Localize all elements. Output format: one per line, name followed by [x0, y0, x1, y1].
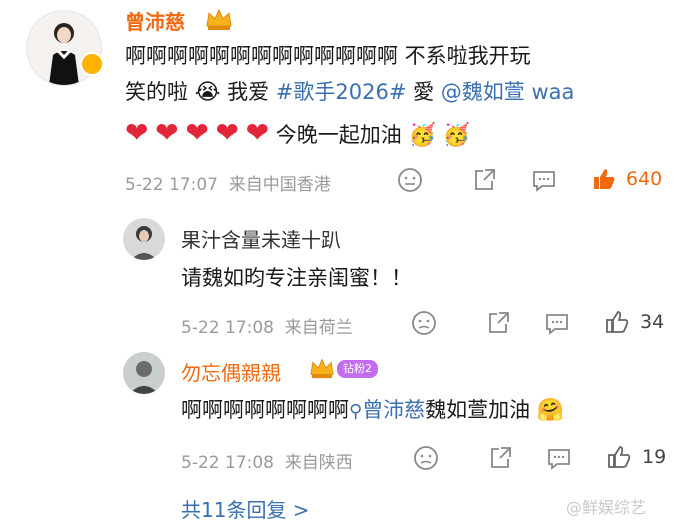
cheer-emoji-icon: 🥳: [442, 123, 470, 148]
more-replies-link[interactable]: 共11条回复 >: [181, 494, 310, 523]
heart-icon: ❤: [125, 116, 149, 149]
main-author-name[interactable]: 曾沛慈: [125, 6, 185, 35]
comment-icon[interactable]: [543, 309, 571, 341]
fan-level-badge: 钻粉2: [337, 360, 378, 378]
reply-meta: 5-22 17:08 来自荷兰: [181, 313, 353, 338]
main-comment-meta: 5-22 17:07 来自中国香港: [125, 170, 331, 195]
main-comment-line2: 笑的啦 😭 我爱 #歌手2026# 愛 @魏如萱 waa: [125, 74, 665, 111]
heart-icon: ❤: [215, 116, 239, 149]
mention-link[interactable]: @魏如萱: [441, 80, 525, 104]
share-icon[interactable]: [470, 166, 498, 198]
main-comment-text-b: 我爱: [227, 80, 270, 104]
vip-crown-icon: [204, 6, 234, 36]
main-comment-text-c: 愛: [413, 80, 435, 104]
like-button[interactable]: 34: [603, 308, 664, 340]
main-comment-text-d: waa: [531, 80, 575, 104]
like-button[interactable]: 19: [605, 443, 666, 475]
heart-icon: ❤: [185, 116, 209, 149]
watermark: @鲜娱综艺: [566, 498, 647, 517]
comment-date: 5-22 17:07: [125, 175, 218, 195]
like-count: 34: [640, 311, 665, 333]
reply-author-name[interactable]: 果汁含量未達十趴: [181, 224, 341, 253]
main-comment-text-e: 今晚一起加油: [275, 123, 402, 147]
reply-meta: 5-22 17:08 来自陕西: [181, 448, 353, 473]
comment-icon[interactable]: [545, 444, 573, 476]
reply-author-avatar[interactable]: [123, 218, 165, 260]
share-icon[interactable]: [486, 444, 514, 476]
comment-location: 来自中国香港: [228, 175, 331, 195]
vip-crown-icon: [308, 356, 336, 384]
react-face-icon[interactable]: [412, 444, 440, 476]
crying-emoji-icon: 😭: [194, 80, 221, 105]
thumbs-up-icon: [594, 169, 615, 189]
like-button[interactable]: 640: [590, 165, 662, 197]
reply-text-b: 魏如萱加油: [425, 398, 531, 422]
comment-icon[interactable]: [530, 166, 558, 198]
reply-date: 5-22 17:08: [181, 453, 274, 473]
main-comment-line3: ❤ ❤ ❤ ❤ ❤ 今晚一起加油 🥳 🥳: [125, 115, 665, 154]
mention-search-icon: ⚲: [349, 401, 363, 422]
hug-emoji-icon: 🤗: [536, 398, 565, 423]
main-comment-line1: 啊啊啊啊啊啊啊啊啊啊啊啊啊 不系啦我开玩: [125, 44, 531, 68]
reply-text-a: 啊啊啊啊啊啊啊啊: [181, 398, 349, 422]
reply-text: 啊啊啊啊啊啊啊啊⚲曾沛慈魏如萱加油 🤗: [181, 394, 564, 424]
reply-author-name[interactable]: 勿忘偶親親: [181, 357, 281, 386]
mention-link[interactable]: 曾沛慈: [362, 398, 425, 422]
reply-date: 5-22 17:08: [181, 318, 274, 338]
like-count: 19: [642, 446, 667, 468]
hashtag-link[interactable]: #歌手2026#: [276, 80, 407, 104]
thumbs-up-icon: [608, 446, 631, 468]
thumbs-up-icon: [606, 311, 629, 333]
heart-icon: ❤: [245, 116, 270, 149]
react-face-icon[interactable]: [396, 166, 424, 198]
react-face-icon[interactable]: [410, 309, 438, 341]
like-count: 640: [626, 168, 663, 190]
reply-location: 来自陕西: [284, 453, 353, 473]
main-comment-text-a: 笑的啦: [125, 80, 188, 104]
reply-location: 来自荷兰: [284, 318, 353, 338]
reply-text: 请魏如昀专注亲闺蜜！！: [181, 266, 412, 290]
cheer-emoji-icon: 🥳: [408, 123, 436, 148]
main-comment-text: 啊啊啊啊啊啊啊啊啊啊啊啊啊 不系啦我开玩 笑的啦 😭 我爱 #歌手2026# 愛…: [125, 38, 665, 154]
share-icon[interactable]: [484, 309, 512, 341]
verified-badge: [80, 52, 104, 76]
heart-icon: ❤: [155, 116, 179, 149]
reply-author-avatar[interactable]: [123, 352, 165, 394]
